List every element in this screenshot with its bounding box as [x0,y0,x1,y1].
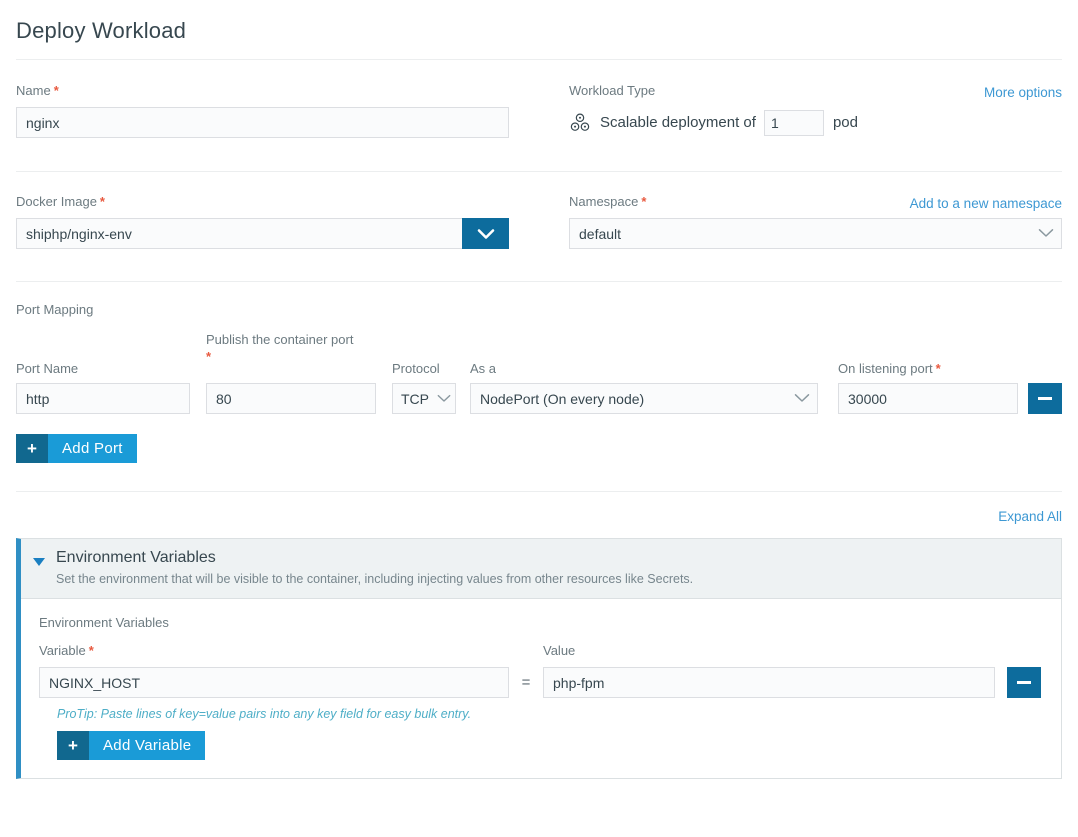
environment-variables-panel-header[interactable]: Environment Variables Set the environmen… [21,539,1061,599]
as-a-header: As a [470,360,496,377]
image-and-namespace-row: Docker Image* Namespace* Add to a new na… [0,193,1078,249]
minus-icon [1017,681,1031,684]
name-label: Name* [16,82,509,100]
listening-port-cell [838,383,1028,414]
namespace-group: Namespace* Add to a new namespace defaul… [539,193,1062,249]
docker-image-label: Docker Image* [16,193,509,211]
section-divider-3 [16,491,1062,492]
docker-image-combo [16,218,509,249]
add-port-row: + Add Port [16,434,1062,463]
port-mapping-label: Port Mapping [16,302,1062,317]
env-variable-row: = [39,667,1041,698]
header: Deploy Workload [0,0,1078,46]
port-name-cell [16,383,206,414]
docker-image-dropdown-button[interactable] [462,218,509,249]
as-a-header-cell: As a [470,331,838,377]
panel-subtitle: Set the environment that will be visible… [56,570,693,588]
value-header: Value [543,642,995,660]
namespace-label: Namespace* [569,193,646,211]
as-a-select[interactable]: NodePort (On every node) [470,383,818,414]
plus-icon: + [57,731,89,760]
container-port-header-cell: Publish the container port* [206,331,392,377]
workload-type-value: Scalable deployment of pod [569,107,1062,138]
remove-port-cell [1028,383,1062,414]
variable-input[interactable] [39,667,509,698]
container-port-cell [206,383,392,414]
panel-header-text: Environment Variables Set the environmen… [56,548,693,588]
minus-icon [1038,397,1052,400]
port-mapping-row: TCP NodePort (On every node) [16,383,1062,414]
page-title: Deploy Workload [16,16,1062,46]
workload-type-text-before: Scalable deployment of [600,114,756,131]
variable-cell [39,667,509,698]
container-port-input[interactable] [206,383,376,414]
pod-count-input[interactable] [764,110,824,136]
environment-variables-panel: Environment Variables Set the environmen… [16,538,1062,779]
remove-variable-button[interactable] [1007,667,1041,698]
section-divider-2 [16,281,1062,282]
container-port-header: Publish the container port* [206,331,353,365]
variable-header-cell: Variable* [39,642,509,660]
as-a-cell: NodePort (On every node) [470,383,838,414]
add-variable-label: Add Variable [89,731,205,760]
equals-sign: = [509,667,543,698]
required-marker: * [641,194,646,209]
workload-type-label-line: Workload Type More options [569,82,1062,100]
remove-port-button[interactable] [1028,383,1062,414]
protocol-select-wrap: TCP [392,383,456,414]
listening-port-header-cell: On listening port* [838,331,1028,377]
workload-type-label: Workload Type [569,82,655,100]
listening-port-header: On listening port* [838,360,941,377]
port-name-header-cell: Port Name [16,331,206,377]
value-cell [543,667,1007,698]
required-marker: * [54,83,59,98]
port-mapping-section: Port Mapping Port Name Publish the conta… [0,302,1078,463]
value-input[interactable] [543,667,995,698]
value-header-cell: Value [543,642,1007,660]
as-a-select-wrap: NodePort (On every node) [470,383,818,414]
env-header-row: Variable* Value [39,642,1041,660]
add-variable-row: + Add Variable [57,731,1041,760]
chevron-down-icon [476,227,496,241]
protocol-cell: TCP [392,383,470,414]
docker-image-input[interactable] [16,218,462,249]
add-variable-button[interactable]: + Add Variable [57,731,205,760]
workload-type-text-after: pod [833,114,858,131]
title-divider [16,59,1062,60]
section-divider-1 [16,171,1062,172]
add-port-label: Add Port [48,434,137,463]
name-and-workload-row: Name* Workload Type More options [0,82,1078,138]
protocol-header: Protocol [392,360,440,377]
scalable-deployment-icon [569,112,591,134]
namespace-label-line: Namespace* Add to a new namespace [569,193,1062,211]
port-name-input[interactable] [16,383,190,414]
port-mapping-header-row: Port Name Publish the container port* Pr… [16,331,1062,377]
docker-image-group: Docker Image* [16,193,539,249]
add-namespace-link[interactable]: Add to a new namespace [910,196,1062,211]
protocol-header-cell: Protocol [392,331,470,377]
namespace-select-wrap: default [569,218,1062,249]
panel-title: Environment Variables [56,548,693,568]
deploy-workload-form: Deploy Workload Name* Workload Type More… [0,0,1078,837]
expand-all-row: Expand All [0,508,1078,526]
variable-header: Variable* [39,642,509,660]
collapse-caret-icon[interactable] [33,558,45,566]
required-marker: * [100,194,105,209]
expand-all-link[interactable]: Expand All [998,509,1062,524]
workload-type-group: Workload Type More options [539,82,1062,138]
namespace-select[interactable]: default [569,218,1062,249]
name-input[interactable] [16,107,509,138]
plus-icon: + [16,434,48,463]
env-section-label: Environment Variables [39,615,1041,630]
remove-variable-cell [1007,667,1041,698]
add-port-button[interactable]: + Add Port [16,434,137,463]
environment-variables-panel-body: Environment Variables Variable* Value = [21,599,1061,778]
protocol-select[interactable]: TCP [392,383,456,414]
port-name-header: Port Name [16,360,78,377]
more-options-link[interactable]: More options [984,85,1062,100]
listening-port-input[interactable] [838,383,1018,414]
protip-text: ProTip: Paste lines of key=value pairs i… [57,707,1041,721]
name-field-group: Name* [16,82,539,138]
